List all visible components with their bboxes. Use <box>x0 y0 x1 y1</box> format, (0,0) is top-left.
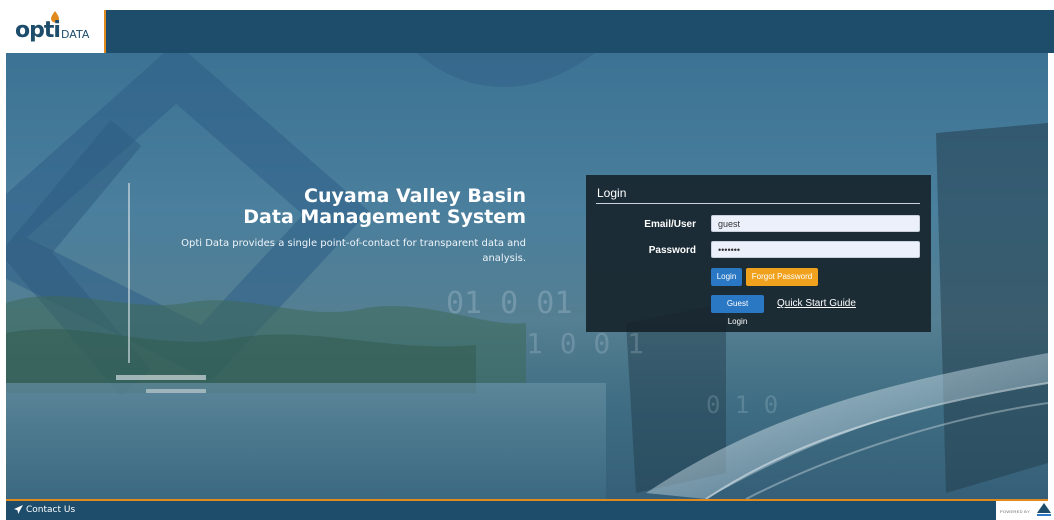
opti-data-logo[interactable]: opti DATA <box>6 10 106 53</box>
svg-text:0 1 0: 0 1 0 <box>706 391 778 419</box>
logo-text-data: DATA <box>61 28 90 41</box>
password-field[interactable] <box>711 241 920 258</box>
login-button[interactable]: Login <box>711 268 742 286</box>
top-header: opti DATA <box>6 10 1054 53</box>
hero-title-line2: Data Management System <box>243 206 526 228</box>
login-panel: Login Email/User Password Login Forgot P… <box>586 175 931 332</box>
quick-start-guide-link[interactable]: Quick Start Guide <box>777 298 856 309</box>
powered-by-label: POWERED BY <box>1000 509 1031 514</box>
powered-by-logo-icon <box>1037 503 1051 516</box>
contact-us-label: Contact Us <box>26 505 76 515</box>
login-divider <box>596 203 920 204</box>
forgot-password-button[interactable]: Forgot Password <box>746 268 818 286</box>
hero-title-line1: Cuyama Valley Basin <box>304 185 526 207</box>
send-icon <box>14 505 23 514</box>
email-label: Email/User <box>644 219 696 230</box>
email-field[interactable] <box>711 215 920 232</box>
hero-background: 01 0 01 1 0 0 1 0 1 0 Cuyama Valley Basi… <box>6 53 1048 499</box>
login-title: Login <box>597 186 627 200</box>
guest-login-button[interactable]: Guest Login <box>711 295 764 326</box>
powered-by-badge[interactable]: POWERED BY <box>996 501 1054 520</box>
footer-bar: Contact Us <box>6 501 996 520</box>
hero-description: Opti Data provides a single point-of-con… <box>181 238 526 264</box>
logo-text-opti: opti <box>15 18 61 43</box>
password-label: Password <box>648 245 696 256</box>
svg-text:01 0 01: 01 0 01 <box>446 286 572 321</box>
contact-us-link[interactable]: Contact Us <box>14 505 75 515</box>
